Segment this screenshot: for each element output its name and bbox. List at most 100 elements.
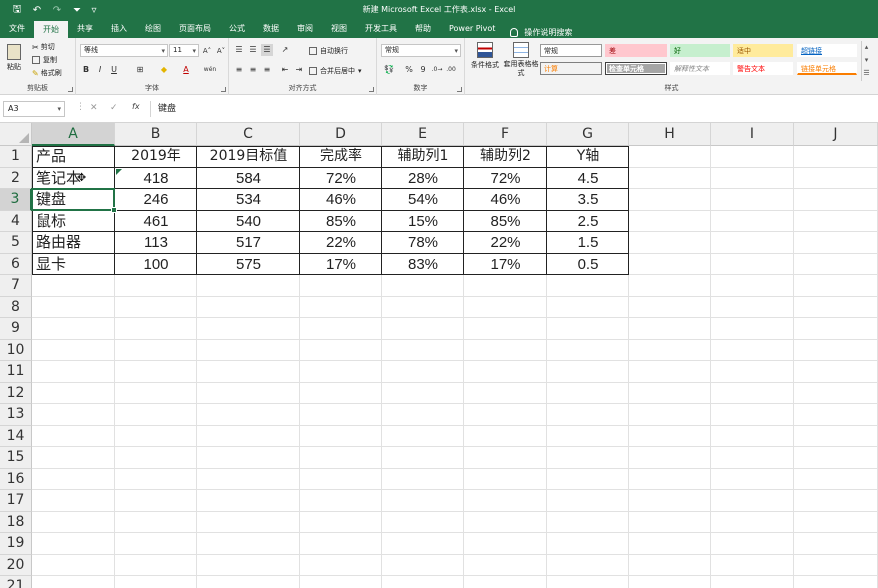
- error-indicator-icon[interactable]: [116, 168, 122, 175]
- table-cell[interactable]: 461: [115, 211, 197, 233]
- table-cell[interactable]: 85%: [300, 211, 382, 233]
- table-header-cell[interactable]: 产品: [32, 146, 115, 168]
- table-cell[interactable]: 22%: [464, 232, 547, 254]
- font-size-select[interactable]: 11 ▾: [169, 44, 199, 57]
- table-cell[interactable]: 1.5: [547, 232, 629, 254]
- table-cell[interactable]: 78%: [382, 232, 464, 254]
- align-left-icon[interactable]: ≡: [233, 64, 245, 76]
- cell-style-9[interactable]: 链接单元格: [797, 62, 857, 75]
- table-cell[interactable]: 584: [197, 168, 300, 190]
- table-cell[interactable]: 28%: [382, 168, 464, 190]
- table-cell[interactable]: 85%: [464, 211, 547, 233]
- decrease-indent-icon[interactable]: ⇤: [279, 64, 291, 76]
- table-cell[interactable]: 17%: [300, 254, 382, 276]
- table-cell[interactable]: 3.5: [547, 189, 629, 211]
- tab-0[interactable]: 文件: [0, 20, 34, 38]
- fill-color-button[interactable]: ◆: [158, 64, 170, 76]
- font-color-button[interactable]: A: [180, 64, 192, 76]
- table-cell[interactable]: 246: [115, 189, 197, 211]
- row-header-13[interactable]: 13: [0, 404, 32, 426]
- row-header-4[interactable]: 4: [0, 210, 32, 232]
- font-launcher-icon[interactable]: [221, 87, 226, 92]
- select-all-button[interactable]: [0, 123, 32, 146]
- align-bottom-icon[interactable]: ☰: [261, 44, 273, 56]
- decrease-decimal-icon[interactable]: .00: [445, 64, 457, 76]
- tab-6[interactable]: 公式: [220, 20, 254, 38]
- increase-decimal-icon[interactable]: .0→: [431, 64, 443, 76]
- tab-11[interactable]: 帮助: [406, 20, 440, 38]
- percent-button[interactable]: %: [403, 64, 415, 76]
- table-cell[interactable]: 418: [115, 168, 197, 190]
- bold-button[interactable]: B: [80, 64, 92, 76]
- insert-function-icon[interactable]: fx: [132, 102, 140, 111]
- table-cell[interactable]: 517: [197, 232, 300, 254]
- table-cell[interactable]: 540: [197, 211, 300, 233]
- row-header-5[interactable]: 5: [0, 232, 32, 254]
- increase-indent-icon[interactable]: ⇥: [293, 64, 305, 76]
- alignment-launcher-icon[interactable]: [369, 87, 374, 92]
- row-header-11[interactable]: 11: [0, 361, 32, 383]
- row-header-8[interactable]: 8: [0, 296, 32, 318]
- borders-button[interactable]: ⊞: [134, 64, 146, 76]
- phonetic-button[interactable]: wén: [202, 64, 218, 76]
- table-header-cell[interactable]: 2019年: [115, 146, 197, 168]
- merge-center-button[interactable]: 合并后居中 ▾: [309, 66, 362, 76]
- table-header-cell[interactable]: 辅助列2: [464, 146, 547, 168]
- clipboard-launcher-icon[interactable]: [68, 87, 73, 92]
- format-painter-button[interactable]: ✎ 格式刷: [32, 68, 62, 78]
- format-as-table-button[interactable]: 套用表格格式: [501, 42, 541, 78]
- tab-8[interactable]: 审阅: [288, 20, 322, 38]
- tell-me-search[interactable]: 操作说明搜索: [504, 27, 572, 38]
- align-center-icon[interactable]: ≡: [247, 64, 259, 76]
- orientation-icon[interactable]: ↗: [279, 44, 291, 56]
- tab-4[interactable]: 绘图: [136, 20, 170, 38]
- conditional-format-button[interactable]: 条件格式: [468, 42, 502, 70]
- tab-2[interactable]: 共享: [68, 20, 102, 38]
- cell-style-8[interactable]: 警告文本: [733, 62, 793, 75]
- tab-10[interactable]: 开发工具: [356, 20, 406, 38]
- table-cell[interactable]: 22%: [300, 232, 382, 254]
- table-header-cell[interactable]: Y轴: [547, 146, 629, 168]
- table-cell[interactable]: 72%: [300, 168, 382, 190]
- tab-3[interactable]: 插入: [102, 20, 136, 38]
- table-cell[interactable]: 显卡: [32, 254, 115, 276]
- cell-style-4[interactable]: 超链接: [797, 44, 857, 57]
- row-header-9[interactable]: 9: [0, 318, 32, 340]
- table-cell[interactable]: 17%: [464, 254, 547, 276]
- table-cell[interactable]: 72%: [464, 168, 547, 190]
- tab-7[interactable]: 数据: [254, 20, 288, 38]
- table-header-cell[interactable]: 完成率: [300, 146, 382, 168]
- row-header-2[interactable]: 2: [0, 167, 32, 189]
- cancel-icon[interactable]: ✕: [90, 103, 98, 113]
- row-header-6[interactable]: 6: [0, 253, 32, 275]
- table-cell[interactable]: 2.5: [547, 211, 629, 233]
- row-header-18[interactable]: 18: [0, 511, 32, 533]
- copy-button[interactable]: 复制: [32, 55, 57, 65]
- table-cell[interactable]: 4.5: [547, 168, 629, 190]
- tab-9[interactable]: 视图: [322, 20, 356, 38]
- cell-style-0[interactable]: 常规: [540, 44, 602, 57]
- italic-button[interactable]: I: [94, 64, 106, 76]
- name-box[interactable]: A3 ▾: [3, 101, 65, 117]
- worksheet-grid[interactable]: A B C D E F G H I J 1 2 3 4 5 6 7 8 9 10 11 12 13 14 15 16 17 18 19 2…: [0, 123, 878, 588]
- align-middle-icon[interactable]: ☰: [247, 44, 259, 56]
- comma-button[interactable]: 9: [417, 64, 429, 76]
- row-header-16[interactable]: 16: [0, 468, 32, 490]
- enter-icon[interactable]: ✓: [110, 103, 118, 113]
- cell-style-6[interactable]: 检查单元格: [605, 62, 667, 75]
- column-header-e[interactable]: E: [382, 123, 464, 146]
- cell-style-3[interactable]: 适中: [733, 44, 793, 57]
- row-header-14[interactable]: 14: [0, 425, 32, 447]
- column-header-j[interactable]: J: [794, 123, 878, 146]
- number-format-select[interactable]: 常规 ▾: [381, 44, 461, 57]
- table-cell[interactable]: 15%: [382, 211, 464, 233]
- tab-12[interactable]: Power Pivot: [440, 20, 504, 38]
- column-header-c[interactable]: C: [197, 123, 300, 146]
- row-header-21[interactable]: 21: [0, 576, 32, 588]
- column-header-f[interactable]: F: [464, 123, 547, 146]
- shrink-font-button[interactable]: A˅: [215, 45, 227, 57]
- column-header-d[interactable]: D: [300, 123, 382, 146]
- column-header-g[interactable]: G: [547, 123, 629, 146]
- row-header-20[interactable]: 20: [0, 554, 32, 576]
- table-cell[interactable]: 0.5: [547, 254, 629, 276]
